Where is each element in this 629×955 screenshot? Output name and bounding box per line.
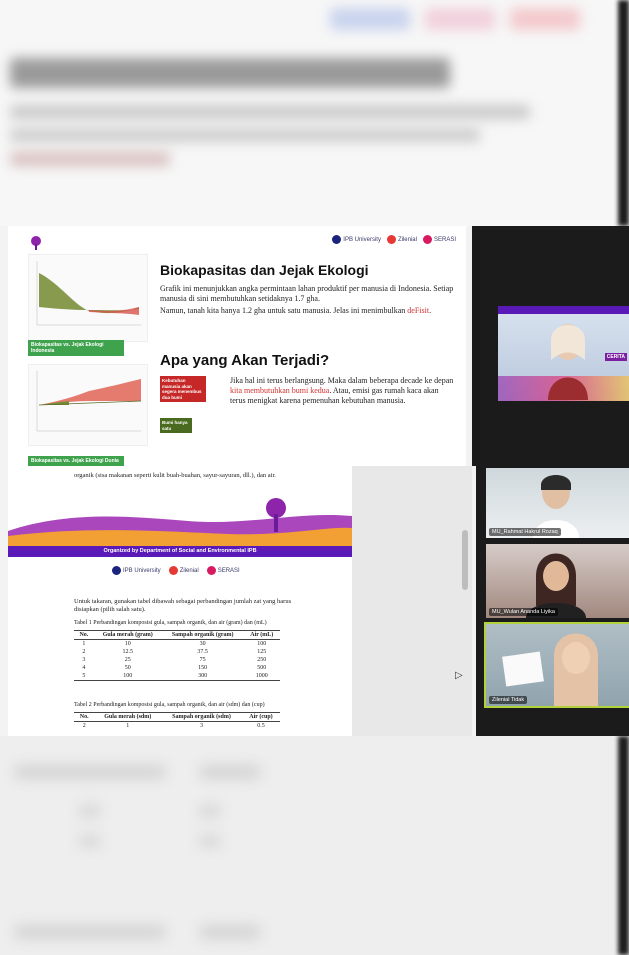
table2-header: Sampah organik (sdm): [161, 712, 242, 722]
blurred-previous-frame: [0, 0, 629, 226]
speaker-person-icon: [548, 324, 588, 400]
table1-caption: Tabel 1 Perbandingan komposisi gula, sam…: [74, 620, 267, 626]
doc-logos: IPB University Zilenial SERASI: [112, 566, 240, 575]
presentation-slide: IPB University Zilenial SERASI Biokapasi…: [8, 226, 466, 466]
participant-video-3[interactable]: Zilenial Tidak: [484, 622, 629, 708]
table1-header: No.: [74, 630, 94, 640]
slide-paragraph-3: Jika hal ini terus berlangsung. Maka dal…: [230, 376, 454, 405]
blurred-next-frame: [0, 736, 629, 955]
table-row: 5 100 300 1000: [74, 672, 280, 681]
doc-banner: Organized by Department of Social and En…: [8, 546, 352, 557]
doc-top-line: organik (sisa makanan seperti kulit buah…: [74, 472, 276, 479]
participant-video-1[interactable]: MU_Rahmat Hakrul Rozaq: [486, 468, 629, 538]
participant-name-2: MU_Wulan Ananda Liyika: [489, 608, 558, 616]
table1-header: Gula merah (gram): [93, 630, 162, 640]
zilenial-logo: Zilenial: [386, 235, 417, 244]
participants-panel: MU_Rahmat Hakrul Rozaq MU_Wulan Ananda L…: [476, 466, 629, 736]
speaker-video[interactable]: CERITA: [498, 306, 629, 401]
table-row: 2 1 3 0.5: [82, 723, 265, 729]
composition-table-1: No. Gula merah (gram) Sampah organik (gr…: [74, 630, 280, 681]
participant-name-1: MU_Rahmat Hakrul Rozaq: [489, 528, 561, 536]
table-row: 1 10 30 100: [82, 641, 267, 647]
doc-scrollbar[interactable]: [462, 530, 468, 590]
callout-two-earths: Kebutuhan manusia akan segera menembus d…: [160, 376, 206, 402]
participant-name-3: Zilenial Tidak: [489, 696, 528, 704]
shared-document-window[interactable]: organik (sisa makanan seperti kulit buah…: [8, 466, 472, 736]
sponsor-logos: IPB University Zilenial SERASI: [332, 235, 456, 244]
participant-video-2[interactable]: MU_Wulan Ananda Liyika: [486, 544, 629, 618]
composition-table-2: No. Gula merah (sdm) Sampah organik (sdm…: [74, 712, 280, 730]
table-row: 4 50 150 500: [82, 665, 267, 671]
slide-paragraph-1: Grafik ini menunjukkan angka permintaan …: [160, 284, 454, 303]
held-card: [502, 651, 544, 687]
table2-header: Gula merah (sdm): [94, 712, 162, 722]
participant-person-icon: [554, 633, 598, 706]
serasi-logo: SERASI: [422, 235, 456, 244]
hills-banner-graphic: [8, 498, 352, 546]
slide-title: Biokapasitas dan Jejak Ekologi: [160, 262, 369, 278]
blurred-edge: [618, 0, 629, 226]
speaker-panel: CERITA: [472, 226, 629, 466]
document-page: organik (sisa makanan seperti kulit buah…: [8, 466, 352, 736]
callout-one-earth: Bumi hanya satu: [160, 418, 192, 433]
blurred-edge: [618, 736, 629, 955]
table2-header: Air (cup): [241, 712, 280, 722]
chart-caption-world: Biokapasitas vs. Jejak Ekologi Dunia: [28, 456, 124, 466]
table-row: 2 12.5 37.5 125: [82, 649, 267, 655]
slide-paragraph-2: Namun, tanah kita hanya 1.2 gha untuk sa…: [160, 306, 432, 315]
doc-instruction: Untuk takaran, gunakan tabel dibawah seb…: [74, 598, 292, 613]
indonesia-biocapacity-chart: [28, 254, 148, 342]
doc-serasi-logo: SERASI: [206, 566, 240, 575]
chart-caption-indonesia: Biokapasitas vs. Jejak Ekologi Indonesia: [28, 340, 124, 356]
table1-header: Sampah organik (gram): [161, 630, 244, 640]
ipb-logo: IPB University: [332, 235, 381, 244]
table2-header: No.: [74, 712, 95, 722]
table2-caption: Tabel 2 Perbandingan komposisi gula, sam…: [74, 702, 265, 708]
slide-heading-2: Apa yang Akan Terjadi?: [160, 352, 330, 369]
table-row: 3 25 75 250: [82, 657, 267, 663]
event-logo: CERITA: [604, 353, 627, 361]
table1-header: Air (mL): [243, 630, 280, 640]
mouse-cursor-icon: ▷: [455, 670, 463, 681]
world-biocapacity-chart: [28, 364, 148, 446]
doc-zilenial-logo: Zilenial: [168, 566, 199, 575]
doc-ipb-logo: IPB University: [112, 566, 161, 575]
tree-logo-icon: [31, 236, 41, 250]
